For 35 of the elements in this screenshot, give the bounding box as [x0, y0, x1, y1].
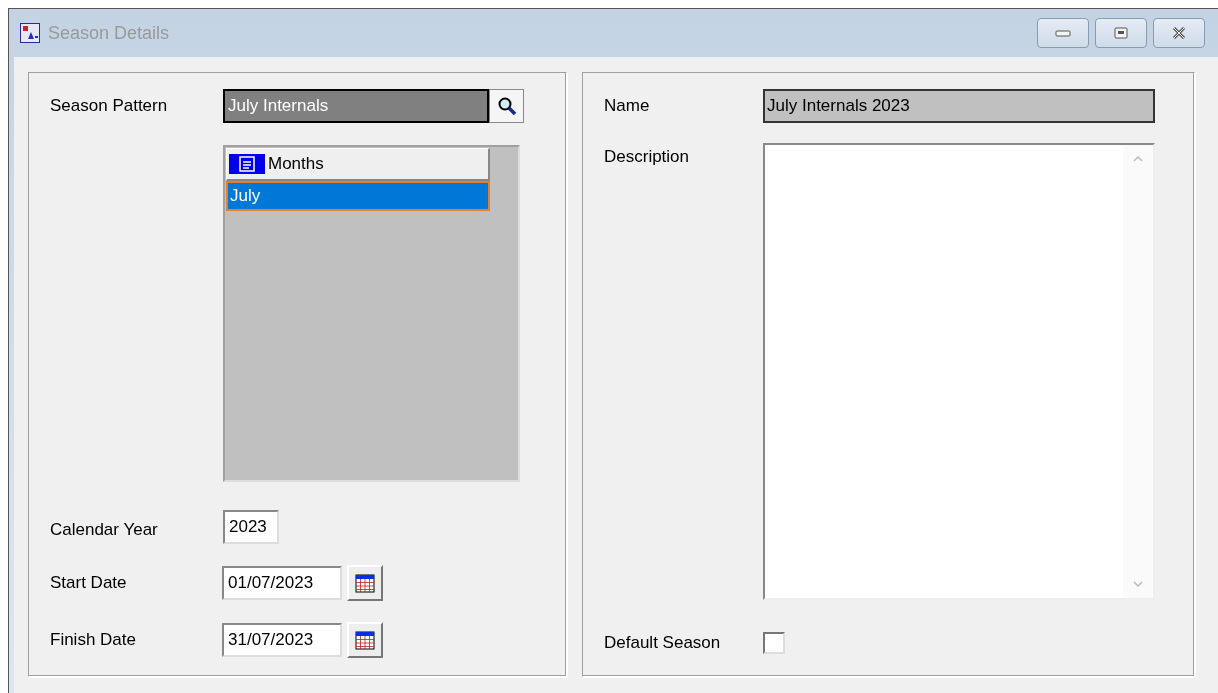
field-label: Start Date	[50, 573, 128, 593]
close-button[interactable]	[1153, 18, 1205, 48]
column-header[interactable]: Months	[226, 148, 490, 181]
search-button[interactable]	[489, 89, 524, 123]
default-season-checkbox[interactable]	[763, 632, 785, 654]
column-title: Months	[268, 154, 324, 174]
finish-date-field[interactable]: 31/07/2023	[222, 623, 342, 657]
field-label: Description	[604, 146, 691, 167]
name-field[interactable]: July Internals 2023	[763, 89, 1155, 123]
restore-icon	[1114, 27, 1128, 39]
start-date-field[interactable]: 01/07/2023	[222, 566, 342, 600]
scroll-down-icon	[1133, 580, 1143, 588]
minimize-icon	[1055, 29, 1071, 37]
calendar-button[interactable]	[347, 622, 383, 658]
calendar-button[interactable]	[347, 565, 383, 601]
calendar-year-field[interactable]: 2023	[223, 510, 279, 544]
field-label: Default Season	[604, 633, 722, 653]
scroll-up-icon	[1133, 155, 1143, 163]
window-title: Season Details	[48, 22, 170, 44]
scrollbar[interactable]	[1123, 145, 1153, 598]
maximize-button[interactable]	[1095, 18, 1147, 48]
minimize-button[interactable]	[1037, 18, 1089, 48]
field-label: Calendar Year	[50, 519, 159, 540]
field-label: Finish Date	[50, 630, 137, 650]
app-icon	[20, 23, 40, 43]
list-icon	[229, 153, 265, 175]
description-field[interactable]	[763, 143, 1155, 600]
field-label: Season Pattern	[50, 96, 169, 116]
calendar-icon	[355, 630, 375, 650]
close-icon	[1171, 27, 1187, 39]
field-label: Name	[604, 96, 651, 116]
season-pattern-field[interactable]: July Internals	[223, 89, 489, 123]
month-row[interactable]: July	[226, 181, 490, 211]
calendar-icon	[355, 573, 375, 593]
search-icon	[496, 96, 517, 116]
